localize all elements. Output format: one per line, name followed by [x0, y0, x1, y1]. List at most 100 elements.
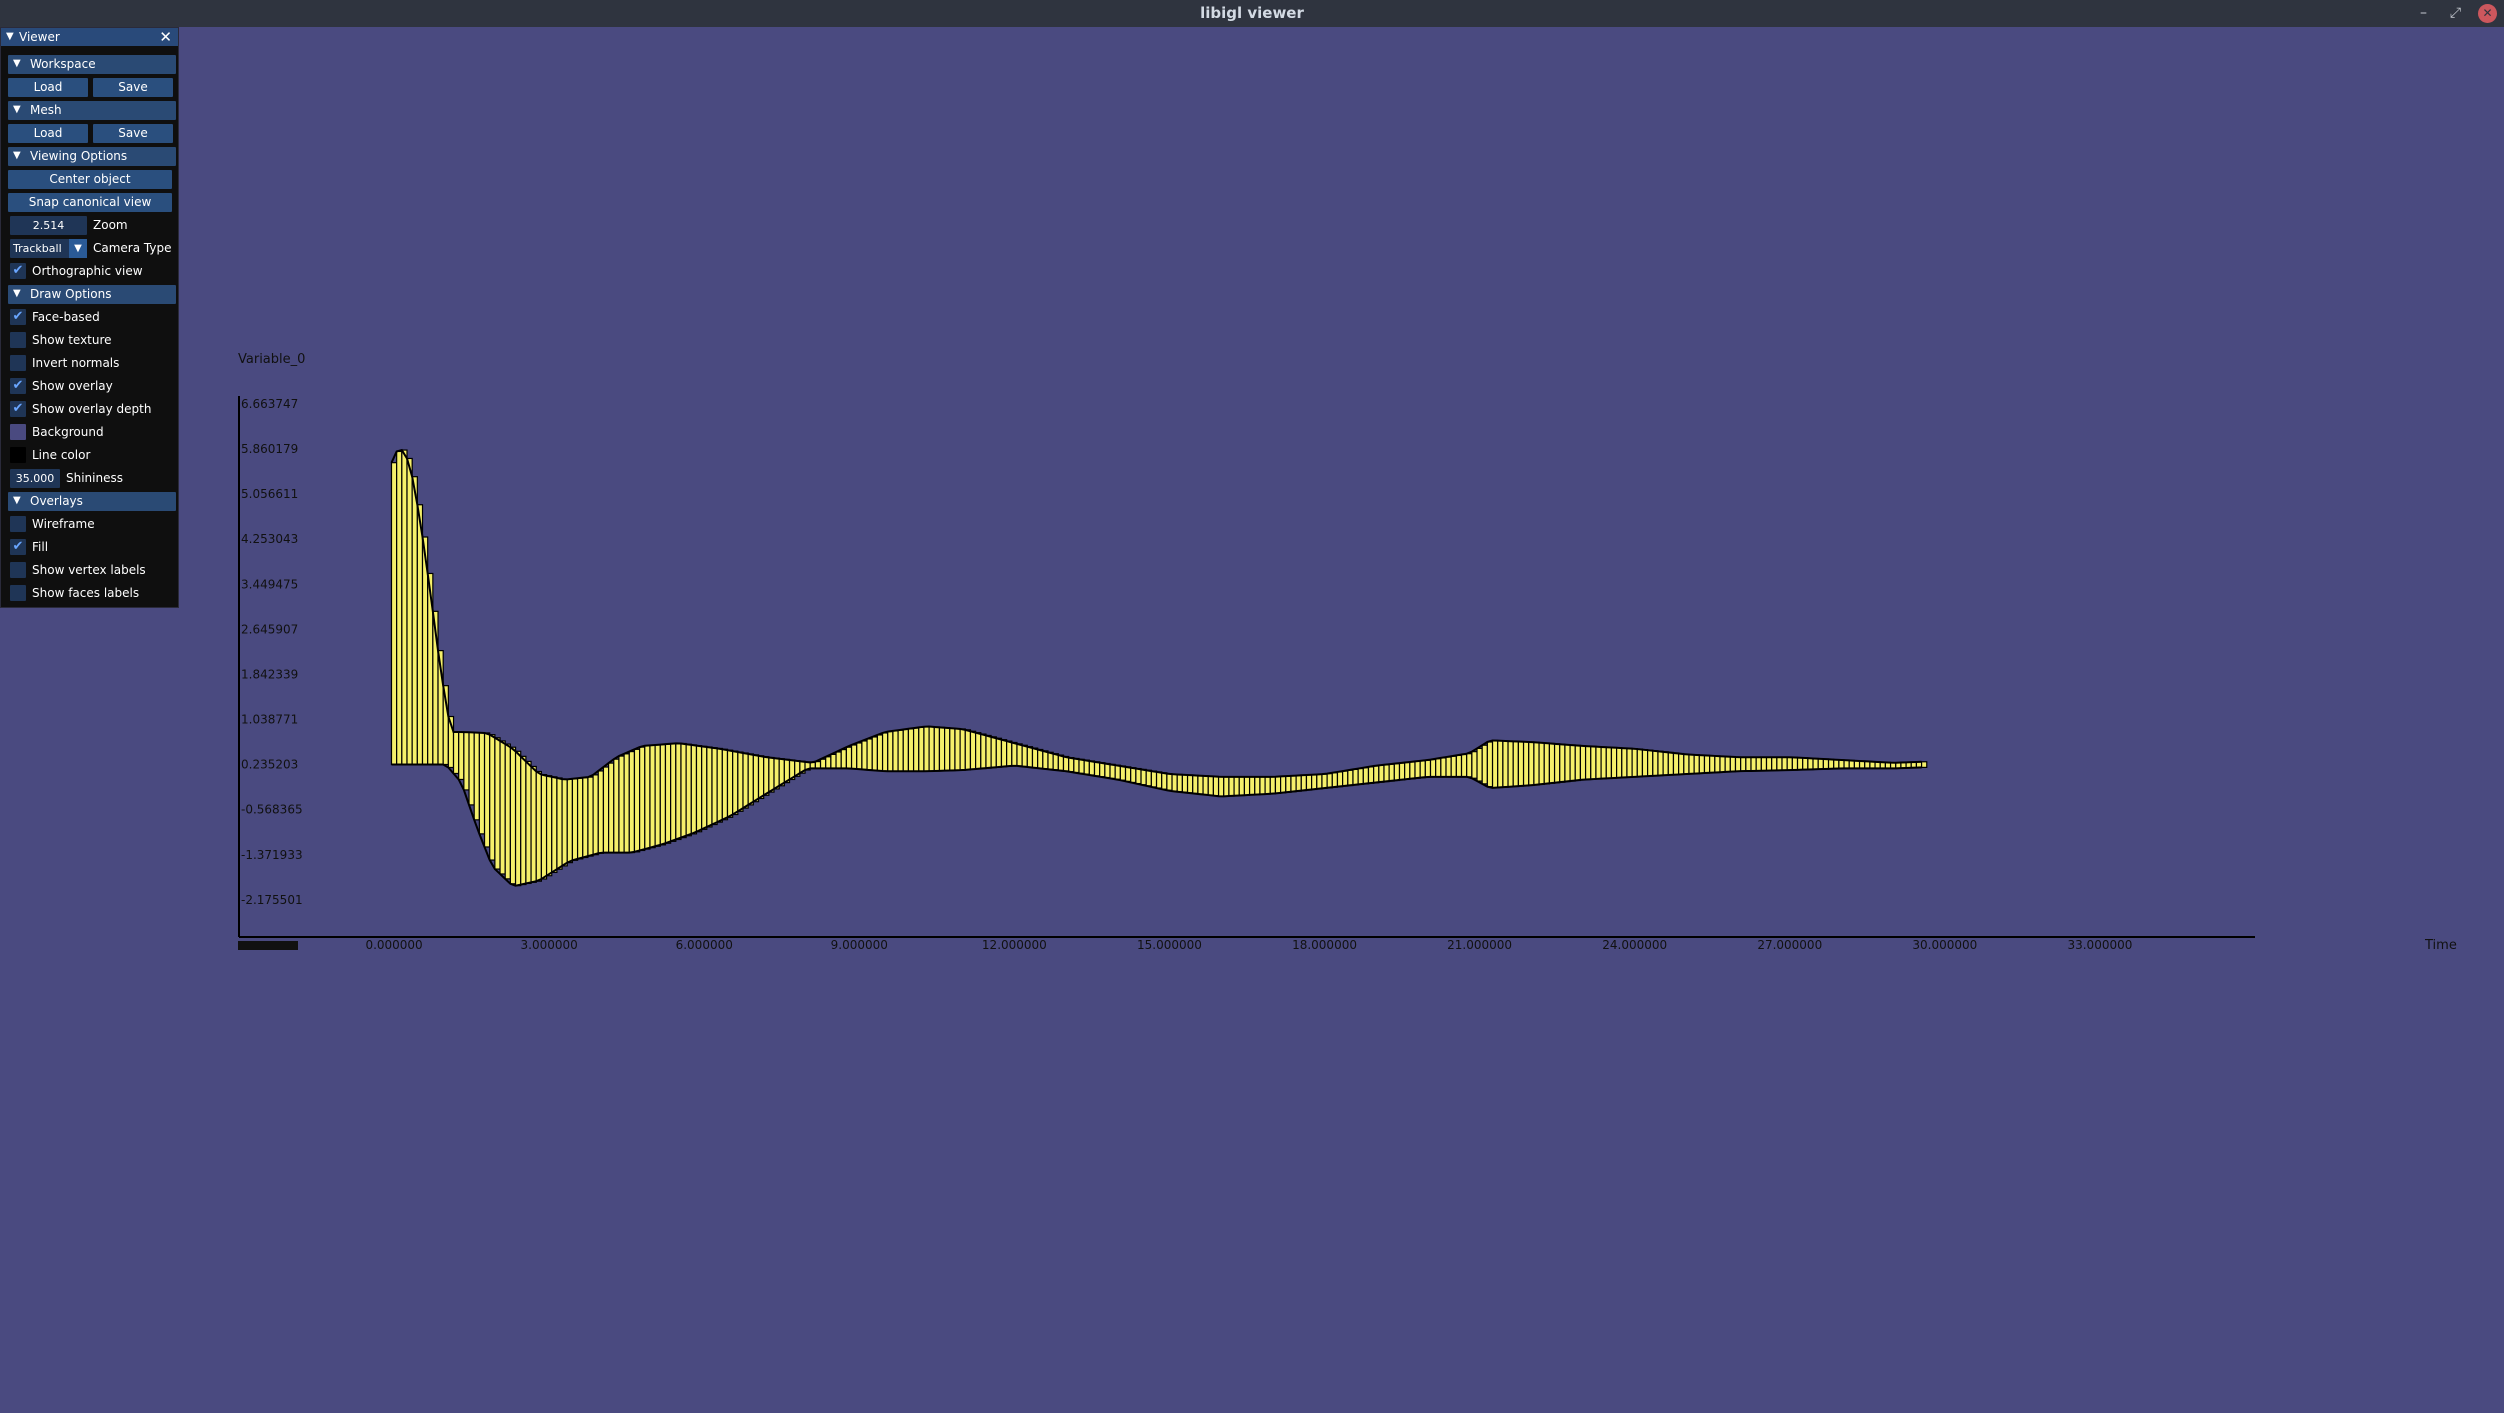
chart-bar	[1600, 746, 1607, 780]
fill-checkbox[interactable]: ✔	[10, 539, 26, 555]
chart-bar	[861, 740, 868, 771]
panel-titlebar[interactable]: ▼ Viewer ✕	[1, 28, 178, 46]
invert-normals-checkbox[interactable]	[10, 355, 26, 371]
chart-bar	[1347, 769, 1354, 787]
chart-bar	[1398, 762, 1406, 781]
workspace-header[interactable]: ▼ Workspace	[8, 55, 176, 74]
chart-bar	[995, 737, 1003, 768]
workspace-load-button[interactable]: Load	[8, 78, 88, 97]
line-color-swatch[interactable]	[10, 447, 26, 463]
chart-bar	[1476, 747, 1483, 782]
show-faces-labels-checkbox[interactable]	[10, 585, 26, 601]
chart-bar	[1450, 755, 1457, 778]
chart-bar	[1538, 742, 1545, 786]
shininess-input[interactable]: 35.000	[10, 469, 60, 488]
chart-bar	[535, 770, 543, 882]
chart-bar	[1760, 756, 1768, 772]
chart-bar	[1714, 755, 1721, 774]
chart-bar	[1807, 757, 1814, 771]
chart-bar	[1248, 776, 1256, 796]
chart-bar	[1812, 757, 1819, 770]
chart-bar	[1388, 763, 1395, 782]
show-vertex-labels-checkbox[interactable]	[10, 562, 26, 578]
minimize-icon[interactable]: –	[2414, 4, 2433, 23]
camera-type-label: Camera Type	[93, 241, 172, 255]
panel-title: Viewer	[19, 30, 60, 44]
chevron-down-icon[interactable]: ▼	[69, 239, 87, 258]
mesh-save-button[interactable]: Save	[93, 124, 173, 143]
chart-bar	[1409, 761, 1416, 780]
chart-bar	[1393, 763, 1401, 782]
camera-type-select[interactable]: Trackball ▼	[10, 239, 87, 258]
show-overlay-checkbox[interactable]: ✔	[10, 378, 26, 394]
chart-bar	[1672, 752, 1680, 776]
chart-bar	[576, 777, 584, 860]
close-panel-icon[interactable]: ✕	[159, 28, 172, 46]
chart-bar	[1202, 775, 1209, 796]
chart-bar	[1171, 773, 1178, 792]
chart-bar	[701, 745, 708, 830]
zoom-input[interactable]: 2.514	[10, 216, 87, 235]
chart-bar	[1047, 751, 1054, 770]
x-tick-label: 6.000000	[676, 938, 733, 952]
chart-bar	[1000, 739, 1008, 768]
chart-bar	[706, 746, 713, 828]
chart-bar	[1011, 741, 1018, 767]
chart-bar	[670, 743, 677, 842]
close-window-icon[interactable]: ✕	[2478, 4, 2497, 23]
chart-bar	[1703, 754, 1711, 774]
chart-bar	[1140, 768, 1147, 786]
chart-bar	[592, 774, 599, 856]
draw-options-header[interactable]: ▼ Draw Options	[8, 285, 176, 304]
mesh-load-button[interactable]: Load	[8, 124, 88, 143]
collapse-triangle-icon: ▼	[13, 58, 21, 69]
checkmark-icon: ✔	[12, 401, 24, 416]
chart-bar	[1920, 761, 1928, 768]
show-overlay-depth-checkbox[interactable]: ✔	[10, 401, 26, 417]
x-tick-label: 30.000000	[1912, 938, 1977, 952]
chart-bar	[1026, 746, 1034, 768]
collapse-triangle-icon[interactable]: ▼	[6, 31, 14, 42]
chart-bar	[483, 732, 491, 848]
overlays-header[interactable]: ▼ Overlays	[8, 492, 176, 511]
chart-bar	[1326, 773, 1333, 789]
chart-bar	[1522, 741, 1530, 787]
chart-bar	[473, 731, 480, 821]
face-based-checkbox[interactable]: ✔	[10, 309, 26, 325]
snap-canonical-view-button[interactable]: Snap canonical view	[8, 193, 172, 212]
mesh-header[interactable]: ▼ Mesh	[8, 101, 176, 120]
chart-bar	[757, 755, 765, 800]
background-color-swatch[interactable]	[10, 424, 26, 440]
chart-bar	[1548, 742, 1556, 784]
chart-bar	[1362, 767, 1370, 785]
workspace-save-button[interactable]: Save	[93, 78, 173, 97]
chart-bar	[1279, 775, 1287, 794]
chart-bar	[1378, 764, 1385, 783]
center-object-button[interactable]: Center object	[8, 170, 172, 189]
viewing-options-header[interactable]: ▼ Viewing Options	[8, 147, 176, 166]
wireframe-checkbox[interactable]	[10, 516, 26, 532]
chart-bar	[902, 728, 910, 772]
chart-bar	[1088, 760, 1096, 776]
chart-bar	[1590, 745, 1597, 780]
chart-bar	[1559, 743, 1566, 783]
orthographic-view-checkbox[interactable]: ✔	[10, 263, 26, 279]
chart-bar	[975, 732, 982, 770]
chart-bar	[1295, 774, 1302, 792]
chart-bar	[1233, 776, 1240, 797]
show-texture-checkbox[interactable]	[10, 332, 26, 348]
collapse-triangle-icon: ▼	[13, 495, 21, 506]
chart-bar	[1016, 743, 1023, 767]
chart-bar	[954, 727, 961, 771]
chart-bar	[1445, 756, 1452, 778]
chart-bar	[835, 751, 842, 770]
maximize-icon[interactable]: ⤢	[2446, 4, 2465, 23]
chart-bar	[1517, 740, 1525, 787]
x-tick-label: 9.000000	[831, 938, 888, 952]
viewing-options-header-label: Viewing Options	[30, 149, 128, 163]
chart-bar	[458, 731, 465, 781]
overlays-header-label: Overlays	[30, 494, 83, 508]
show-vertex-labels-label: Show vertex labels	[32, 563, 146, 577]
chart-bar	[551, 776, 558, 874]
chart-bar	[1114, 764, 1121, 780]
